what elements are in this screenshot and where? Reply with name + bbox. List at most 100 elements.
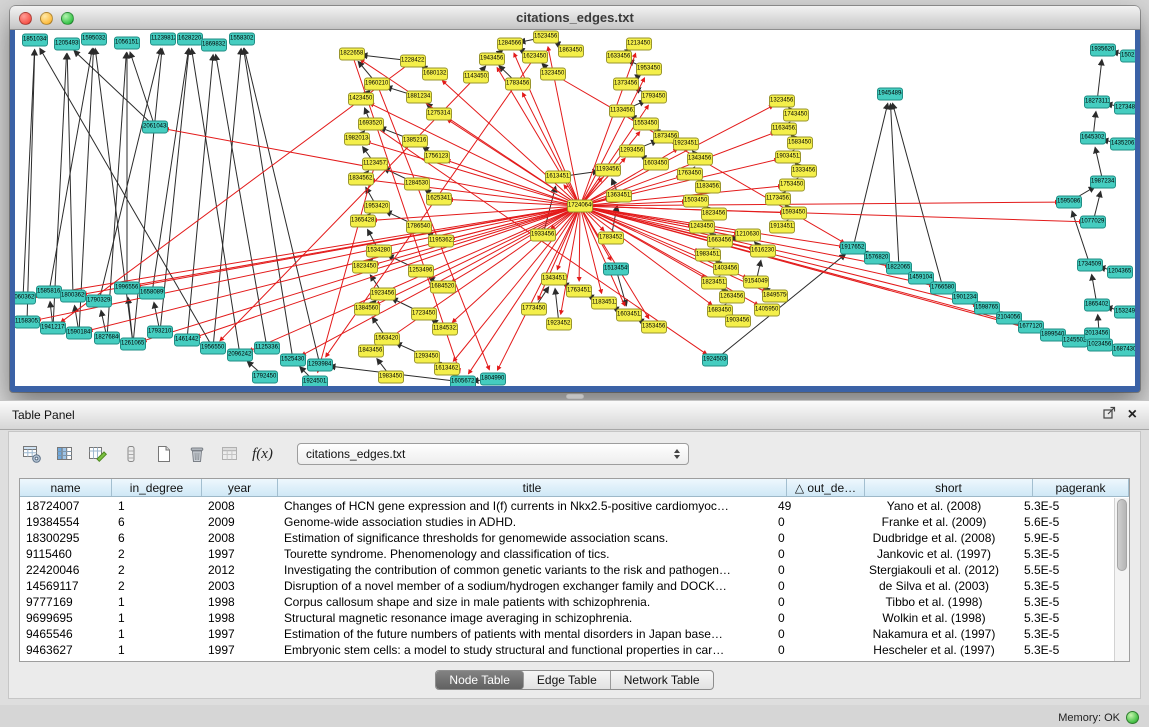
graph-node[interactable]: 16282204 bbox=[177, 33, 203, 46]
graph-node[interactable]: 19534201 bbox=[364, 201, 390, 214]
graph-node[interactable]: 20610438 bbox=[142, 121, 168, 134]
float-panel-icon[interactable] bbox=[1103, 406, 1116, 424]
graph-node[interactable]: 16253411 bbox=[426, 193, 452, 206]
graph-node[interactable]: 13654281 bbox=[350, 215, 376, 228]
graph-node[interactable]: 18698321 bbox=[201, 39, 227, 52]
graph-node[interactable]: 12939841 bbox=[307, 359, 333, 372]
graph-node[interactable]: 11583051 bbox=[15, 316, 40, 329]
graph-node[interactable]: 17734501 bbox=[521, 303, 547, 316]
delete-button[interactable] bbox=[182, 440, 211, 468]
graph-node[interactable]: 17903298 bbox=[86, 295, 112, 308]
graph-node[interactable]: 10561512 bbox=[114, 37, 140, 50]
zoom-button[interactable] bbox=[61, 12, 74, 25]
graph-node[interactable]: 16334561 bbox=[606, 51, 632, 64]
graph-node[interactable]: 17561231 bbox=[424, 151, 450, 164]
graph-node[interactable]: 19834501 bbox=[378, 371, 404, 384]
graph-node[interactable]: 12634561 bbox=[719, 291, 745, 304]
graph-node[interactable]: 14034561 bbox=[713, 263, 739, 276]
graph-node[interactable]: 20962425 bbox=[227, 349, 253, 362]
graph-node[interactable]: 15834501 bbox=[787, 137, 813, 150]
graph-node[interactable]: 15342801 bbox=[366, 245, 392, 258]
graph-node[interactable]: 12734801 bbox=[1114, 102, 1135, 115]
graph-node[interactable]: 18234501 bbox=[352, 261, 378, 274]
column-header-5[interactable]: short bbox=[865, 479, 1033, 496]
graph-node[interactable]: 19434561 bbox=[479, 53, 505, 66]
graph-node[interactable]: 15034501 bbox=[683, 195, 709, 208]
graph-node[interactable]: 15134549 bbox=[603, 263, 629, 276]
column-header-1[interactable]: in_degree bbox=[112, 479, 202, 496]
table-row[interactable]: 911546021997Tourette syndrome. Phenomeno… bbox=[20, 546, 1114, 562]
graph-node[interactable]: 17834561 bbox=[505, 78, 531, 91]
table-row[interactable]: 946554611997Estimation of the future num… bbox=[20, 626, 1114, 642]
graph-node[interactable]: 16634561 bbox=[707, 235, 733, 248]
graph-node[interactable]: 17240640 bbox=[567, 200, 593, 213]
graph-node[interactable]: 12134501 bbox=[626, 38, 652, 51]
graph-node[interactable]: 11834561 bbox=[695, 181, 721, 194]
graph-node[interactable]: 12434501 bbox=[689, 221, 715, 234]
graph-node[interactable]: 19602101 bbox=[364, 78, 390, 91]
network-canvas[interactable]: 1851034912054935159503241056151211239812… bbox=[15, 30, 1135, 386]
graph-node[interactable]: 14234501 bbox=[348, 93, 374, 106]
tab-edge-table[interactable]: Edge Table bbox=[524, 671, 611, 689]
graph-node[interactable]: 17865401 bbox=[406, 221, 432, 234]
graph-node[interactable]: 13734561 bbox=[613, 78, 639, 91]
graph-node[interactable]: 18273111 bbox=[1084, 96, 1110, 109]
graph-node[interactable]: 16935201 bbox=[358, 118, 384, 131]
graph-node[interactable]: 16580899 bbox=[139, 287, 165, 300]
window-titlebar[interactable]: citations_edges.txt bbox=[10, 6, 1140, 30]
close-panel-icon[interactable]: × bbox=[1128, 409, 1137, 421]
tab-node-table[interactable]: Node Table bbox=[436, 671, 524, 689]
graph-node[interactable]: 18654021 bbox=[1084, 299, 1110, 312]
graph-node[interactable]: 16134621 bbox=[434, 363, 460, 376]
graph-node[interactable]: 19245036 bbox=[702, 354, 728, 367]
graph-node[interactable]: 16056721 bbox=[450, 376, 476, 387]
graph-node[interactable]: 16034511 bbox=[616, 309, 642, 322]
graph-node[interactable]: 12934561 bbox=[619, 145, 645, 158]
graph-node[interactable]: 12284221 bbox=[400, 55, 426, 68]
graph-node[interactable]: 13534561 bbox=[641, 321, 667, 334]
graph-node[interactable]: 16874301 bbox=[1112, 344, 1135, 357]
graph-node[interactable]: 14614421 bbox=[174, 334, 200, 347]
graph-node[interactable]: 11934561 bbox=[595, 164, 621, 177]
graph-node[interactable]: 11845321 bbox=[432, 323, 458, 336]
graph-node[interactable]: 11334561 bbox=[609, 105, 635, 118]
graph-node[interactable]: 13845601 bbox=[354, 303, 380, 316]
graph-node[interactable]: 18495756 bbox=[762, 290, 788, 303]
graph-node[interactable]: 19034561 bbox=[725, 315, 751, 328]
graph-node[interactable]: 11234571 bbox=[362, 158, 388, 171]
graph-node[interactable]: 12845301 bbox=[404, 178, 430, 191]
graph-node[interactable]: 19872341 bbox=[1090, 176, 1116, 189]
graph-node[interactable]: 12534961 bbox=[408, 265, 434, 278]
graph-node[interactable]: 19176521 bbox=[840, 242, 866, 255]
graph-node[interactable]: 19234561 bbox=[370, 288, 396, 301]
graph-node[interactable]: 12845661 bbox=[497, 38, 523, 51]
scrollbar-thumb[interactable] bbox=[1117, 499, 1127, 571]
graph-node[interactable]: 15583021 bbox=[229, 33, 255, 46]
network-table-select[interactable]: citations_edges.txt bbox=[297, 443, 689, 465]
graph-node[interactable]: 19534501 bbox=[636, 63, 662, 76]
graph-node[interactable]: 13434511 bbox=[541, 273, 567, 286]
graph-node[interactable]: 13852161 bbox=[402, 135, 428, 148]
graph-node[interactable]: 17834521 bbox=[598, 232, 624, 245]
graph-node[interactable]: 19834511 bbox=[695, 249, 721, 262]
column-header-2[interactable]: year bbox=[202, 479, 278, 496]
graph-node[interactable]: 19820134 bbox=[344, 133, 370, 146]
graph-node[interactable]: 14059501 bbox=[754, 304, 780, 317]
graph-node[interactable]: 9154049 bbox=[743, 276, 769, 289]
graph-node[interactable]: 17634501 bbox=[677, 168, 703, 181]
graph-node[interactable]: 15254301 bbox=[280, 354, 306, 367]
table-select-button[interactable] bbox=[83, 440, 112, 468]
graph-node[interactable]: 15324961 bbox=[1114, 306, 1135, 319]
graph-node[interactable]: 19334561 bbox=[530, 229, 556, 242]
graph-node[interactable]: 10770291 bbox=[1080, 216, 1106, 229]
graph-node[interactable]: 11734561 bbox=[765, 193, 791, 206]
graph-node[interactable]: 11953621 bbox=[428, 235, 454, 248]
graph-node[interactable]: 17934501 bbox=[641, 91, 667, 104]
graph-node[interactable]: 17434501 bbox=[783, 109, 809, 122]
graph-node[interactable]: 12054935 bbox=[54, 38, 80, 51]
graph-node[interactable]: 15950861 bbox=[1056, 196, 1082, 209]
graph-node[interactable]: 18634501 bbox=[558, 45, 584, 58]
graph-node[interactable]: 17234501 bbox=[411, 308, 437, 321]
graph-node[interactable]: 18003629 bbox=[60, 290, 86, 303]
table-row[interactable]: 977716911998Corpus callosum shape and si… bbox=[20, 594, 1114, 610]
